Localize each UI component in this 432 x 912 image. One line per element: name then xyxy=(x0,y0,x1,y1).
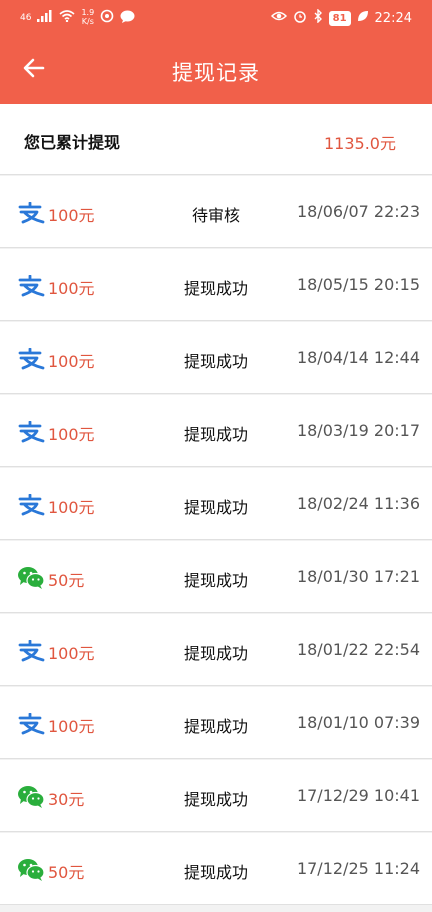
signal-label: 46 xyxy=(20,12,32,23)
record-time: 18/06/07 22:23 xyxy=(296,202,420,221)
net-speed-unit: K/s xyxy=(81,17,94,26)
app-notification-icon xyxy=(100,9,114,27)
record-row[interactable]: 50元 提现成功 18/01/30 17:21 xyxy=(0,541,432,613)
status-right: 81 22:24 xyxy=(270,8,412,27)
record-time: 17/12/25 11:24 xyxy=(296,859,420,878)
record-time: 18/03/19 20:17 xyxy=(296,421,420,440)
message-icon xyxy=(120,10,135,27)
alarm-icon xyxy=(293,9,307,27)
status-bar: 46 1.9 K/s 81 22:24 xyxy=(0,0,432,36)
record-time: 18/02/24 11:36 xyxy=(296,494,420,513)
page-title: 提现记录 xyxy=(172,61,260,85)
record-row[interactable]: 100元 提现成功 18/03/19 20:17 xyxy=(0,395,432,467)
record-row[interactable]: 100元 提现成功 18/02/24 11:36 xyxy=(0,468,432,540)
record-row[interactable]: 30元 提现成功 17/12/29 10:41 xyxy=(0,760,432,832)
clock-time: 22:24 xyxy=(374,10,412,26)
record-row[interactable]: 100元 提现成功 18/05/15 20:15 xyxy=(0,249,432,321)
record-time: 18/01/30 17:21 xyxy=(296,567,420,586)
record-row[interactable]: 100元 待审核 18/06/07 22:23 xyxy=(0,176,432,248)
record-row[interactable]: 100元 提现成功 18/01/22 22:54 xyxy=(0,614,432,686)
eye-icon xyxy=(270,10,287,26)
wifi-icon xyxy=(59,10,75,26)
status-left: 46 1.9 K/s xyxy=(20,8,135,27)
summary-label: 您已累计提现 xyxy=(24,133,121,152)
signal-icon xyxy=(37,10,53,26)
leaf-icon xyxy=(357,10,369,26)
withdraw-record-list: 100元 待审核 18/06/07 22:23 100元 提现成功 18/05/15 20… xyxy=(0,176,432,906)
app-header: 提现记录 xyxy=(0,36,432,104)
summary-total: 1135.0元 xyxy=(324,134,396,153)
record-time: 18/01/10 07:39 xyxy=(296,713,420,732)
record-time: 18/05/15 20:15 xyxy=(296,275,420,294)
record-time: 17/12/29 10:41 xyxy=(296,786,420,805)
net-speed: 1.9 K/s xyxy=(81,8,94,26)
record-row[interactable]: 50元 提现成功 17/12/25 11:24 xyxy=(0,833,432,905)
net-speed-value: 1.9 xyxy=(81,8,95,17)
record-row[interactable]: 100元 提现成功 18/01/10 07:39 xyxy=(0,687,432,759)
record-time: 18/04/14 12:44 xyxy=(296,348,420,367)
record-time: 18/01/22 22:54 xyxy=(296,640,420,659)
battery-indicator: 81 xyxy=(328,10,351,26)
record-row[interactable]: 100元 提现成功 18/04/14 12:44 xyxy=(0,322,432,394)
bluetooth-icon xyxy=(313,8,323,27)
withdraw-summary: 您已累计提现 1135.0元 xyxy=(0,104,432,175)
